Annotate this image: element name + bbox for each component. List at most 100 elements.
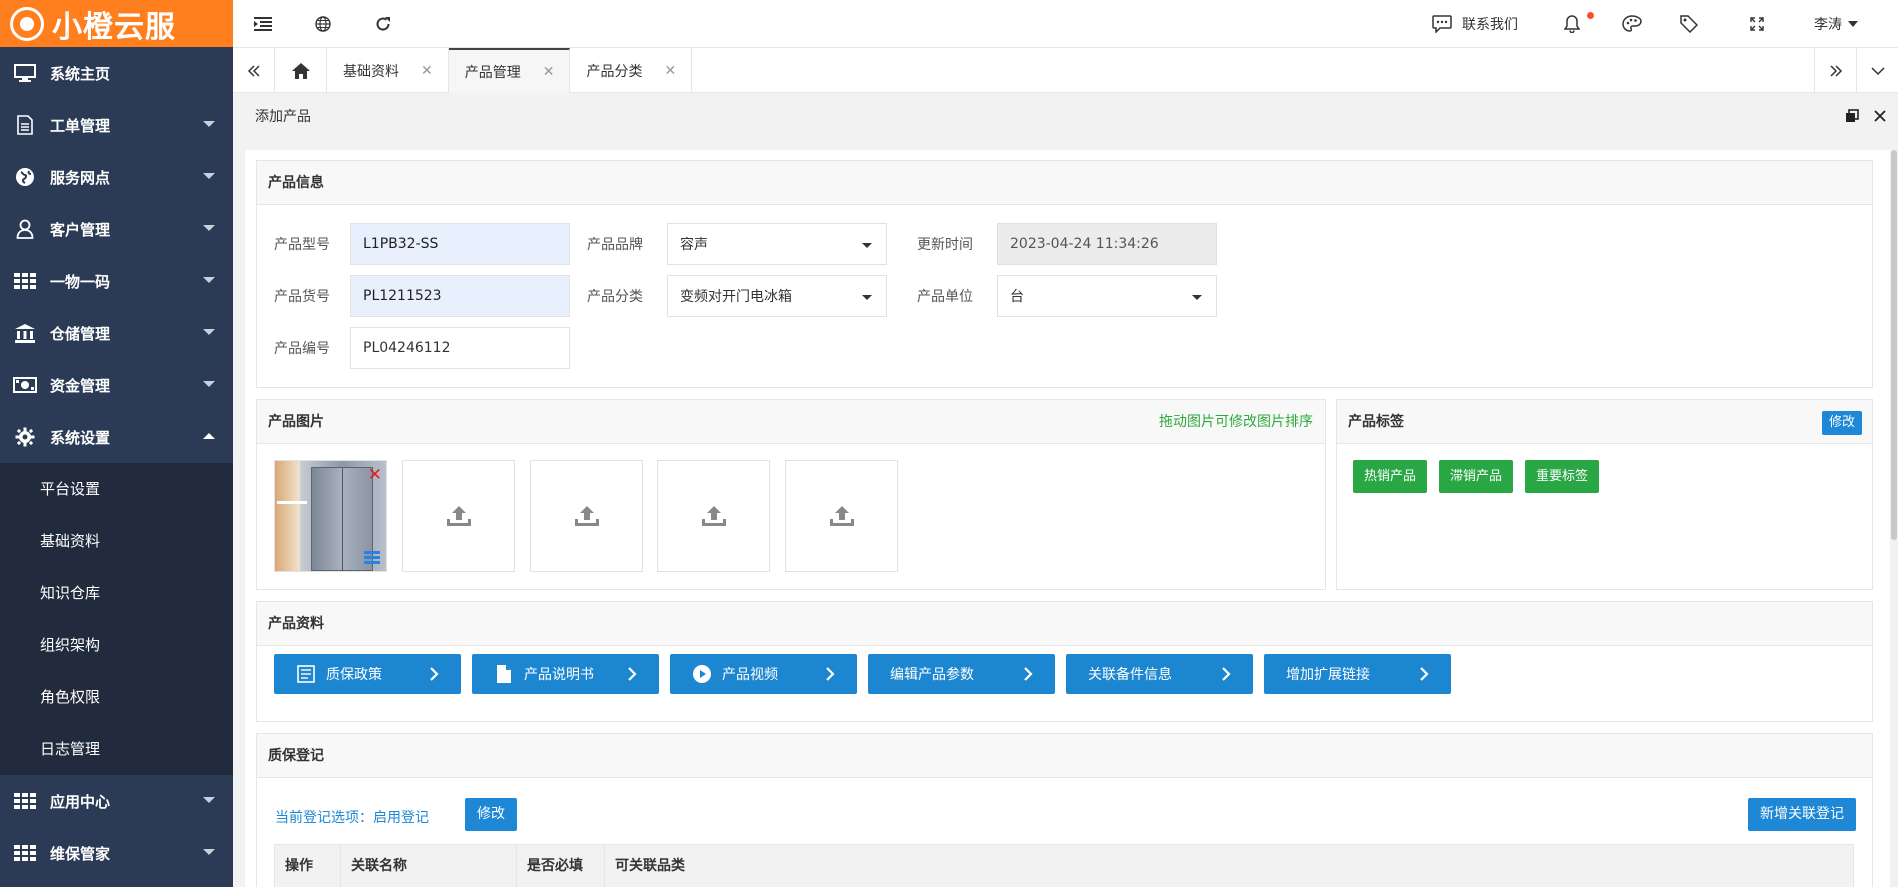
submenu-item-organization[interactable]: 组织架构: [0, 619, 233, 671]
sidebar-item-workorders[interactable]: 工单管理: [0, 99, 233, 151]
scrollbar-thumb[interactable]: [1891, 150, 1897, 540]
close-page-button[interactable]: [1870, 106, 1890, 126]
tabs-menu-button[interactable]: [1856, 48, 1898, 93]
logo[interactable]: 小橙云服: [0, 0, 233, 47]
sidebar-item-home[interactable]: 系统主页: [0, 47, 233, 99]
tab-product-category[interactable]: 产品分类 ✕: [570, 48, 693, 93]
submenu-item-roles[interactable]: 角色权限: [0, 671, 233, 723]
content-scrollbar[interactable]: [1890, 150, 1898, 887]
chevron-right-icon: [628, 667, 637, 681]
close-icon[interactable]: ✕: [543, 64, 555, 80]
button-label: 增加扩展链接: [1286, 667, 1370, 683]
submenu-item-logs[interactable]: 日志管理: [0, 723, 233, 775]
user-icon: [12, 219, 38, 239]
user-name: 李涛: [1814, 16, 1842, 33]
model-label: 产品型号: [274, 237, 330, 253]
sidebar-item-label: 服务网点: [50, 168, 111, 187]
video-button[interactable]: 产品视频: [670, 654, 857, 694]
maximize-button[interactable]: [1842, 106, 1862, 126]
sidebar-item-settings[interactable]: 系统设置: [0, 411, 233, 463]
unit-row: 产品单位 台: [917, 275, 1217, 317]
code-input[interactable]: PL04246112: [350, 327, 570, 369]
image-upload-slot-2[interactable]: [402, 460, 515, 572]
fullscreen-button[interactable]: [1720, 0, 1794, 47]
tag-slow-product[interactable]: 滞销产品: [1439, 460, 1514, 493]
add-warranty-link-button[interactable]: 新增关联登记: [1748, 798, 1856, 831]
image-upload-slot-5[interactable]: [785, 460, 898, 572]
close-icon[interactable]: ✕: [664, 63, 676, 79]
button-label: 产品说明书: [524, 667, 594, 683]
sku-input[interactable]: PL1211523: [350, 275, 570, 317]
column-header: 操作: [275, 845, 341, 887]
warranty-panel: 质保登记 当前登记选项：启用登记 修改 新增关联登记 操作 关联名称 是否必填 …: [256, 733, 1873, 887]
product-tags-panel: 产品标签 修改 热销产品 滞销产品 重要标签: [1336, 399, 1873, 590]
image-detail: [277, 501, 307, 504]
delete-image-icon[interactable]: ✕: [368, 467, 382, 484]
warranty-policy-button[interactable]: 质保政策: [274, 654, 461, 694]
image-upload-slot-3[interactable]: [530, 460, 643, 572]
tags-button[interactable]: [1658, 0, 1720, 47]
sku-value: PL1211523: [363, 288, 442, 304]
tab-product-management[interactable]: 产品管理 ✕: [448, 48, 571, 93]
chevron-down-icon: [203, 797, 215, 803]
unit-label: 产品单位: [917, 289, 973, 305]
extension-link-button[interactable]: 增加扩展链接: [1264, 654, 1451, 694]
upload-icon: [574, 506, 599, 526]
button-label: 编辑产品参数: [890, 667, 974, 683]
tabs-scroll-left-button[interactable]: [233, 48, 275, 93]
submenu-item-platform-settings[interactable]: 平台设置: [0, 463, 233, 515]
manual-button[interactable]: 产品说明书: [472, 654, 659, 694]
edit-params-button[interactable]: 编辑产品参数: [868, 654, 1055, 694]
sidebar-item-one-code[interactable]: 一物一码: [0, 255, 233, 307]
grid-icon: [12, 843, 38, 863]
sidebar-item-finance[interactable]: 资金管理: [0, 359, 233, 411]
tab-bar: 基础资料 ✕ 产品管理 ✕ 产品分类 ✕: [233, 47, 1898, 93]
tag-hot-product[interactable]: 热销产品: [1353, 460, 1428, 493]
panel-header: 产品标签 修改: [1337, 400, 1872, 444]
language-button[interactable]: [293, 0, 353, 47]
edit-tags-button[interactable]: 修改: [1821, 411, 1862, 435]
unit-select[interactable]: 台: [997, 275, 1217, 317]
sidebar-item-warehouse[interactable]: 仓储管理: [0, 307, 233, 359]
home-icon: [291, 62, 310, 79]
grid-icon: [12, 271, 38, 291]
sidebar-item-customers[interactable]: 客户管理: [0, 203, 233, 255]
drag-handle-icon[interactable]: [364, 551, 380, 565]
sidebar-item-app-center[interactable]: 应用中心: [0, 775, 233, 827]
toggle-sidebar-button[interactable]: [233, 0, 293, 47]
tab-home[interactable]: [275, 48, 327, 93]
tab-basic-data[interactable]: 基础资料 ✕: [327, 48, 449, 93]
brand-select[interactable]: 容声: [667, 223, 887, 265]
upload-icon: [446, 506, 471, 526]
category-select[interactable]: 变频对开门电冰箱: [667, 275, 887, 317]
submenu-item-basic-data[interactable]: 基础资料: [0, 515, 233, 567]
button-label: 质保政策: [326, 667, 382, 683]
logo-icon: [10, 6, 44, 41]
user-menu[interactable]: 李涛: [1794, 0, 1898, 47]
contact-us-label: 联系我们: [1462, 16, 1518, 33]
category-value: 变频对开门电冰箱: [680, 289, 792, 305]
close-icon: [1874, 110, 1886, 122]
sidebar-item-maintenance[interactable]: 维保管家: [0, 827, 233, 879]
model-input[interactable]: L1PB32-SS: [350, 223, 570, 265]
panel-title: 产品标签: [1348, 414, 1404, 430]
notifications-button[interactable]: [1534, 0, 1606, 47]
tabs-scroll-right-button[interactable]: [1814, 48, 1856, 93]
play-icon: [692, 664, 712, 684]
tag-important[interactable]: 重要标签: [1525, 460, 1600, 493]
product-image-1[interactable]: ✕: [274, 460, 387, 572]
tab-label: 基础资料: [343, 63, 399, 80]
contact-us-button[interactable]: 联系我们: [1416, 0, 1534, 47]
submenu-item-knowledge-base[interactable]: 知识仓库: [0, 567, 233, 619]
button-label: 关联备件信息: [1088, 667, 1172, 683]
edit-warranty-button[interactable]: 修改: [465, 798, 517, 831]
theme-button[interactable]: [1606, 0, 1658, 47]
chevron-down-icon: [1848, 20, 1858, 27]
refresh-button[interactable]: [353, 0, 413, 47]
close-icon[interactable]: ✕: [421, 63, 433, 79]
image-upload-slot-4[interactable]: [657, 460, 770, 572]
spare-parts-button[interactable]: 关联备件信息: [1066, 654, 1253, 694]
sku-label: 产品货号: [274, 289, 330, 305]
chevron-right-icon: [1222, 667, 1231, 681]
sidebar-item-service-points[interactable]: 服务网点: [0, 151, 233, 203]
